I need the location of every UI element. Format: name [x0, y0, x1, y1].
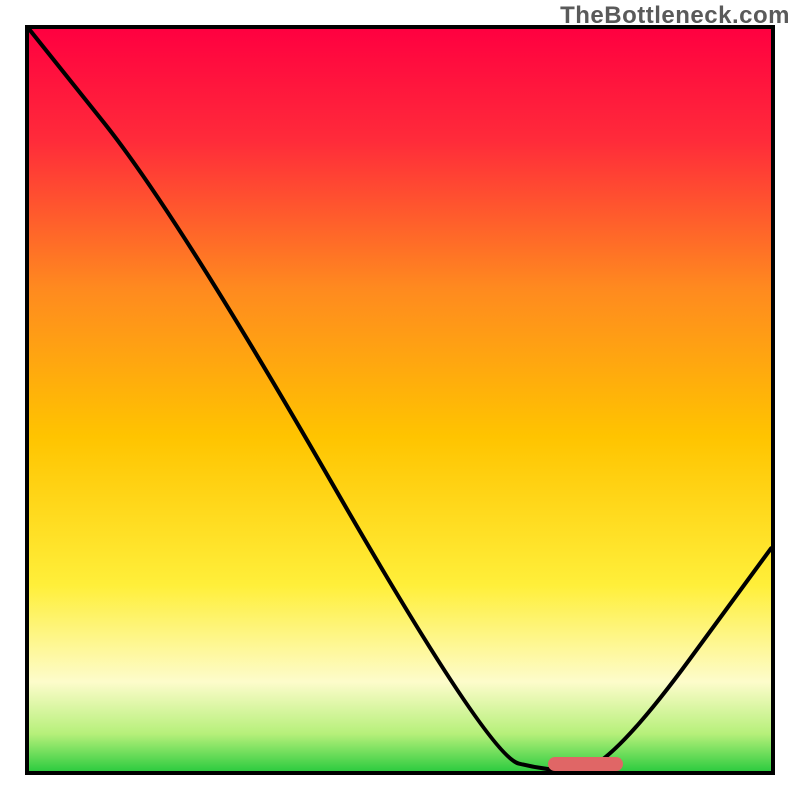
chart-frame: TheBottleneck.com [0, 0, 800, 800]
bottleneck-curve [29, 29, 771, 771]
optimum-marker [548, 757, 622, 771]
plot-area [25, 25, 775, 775]
